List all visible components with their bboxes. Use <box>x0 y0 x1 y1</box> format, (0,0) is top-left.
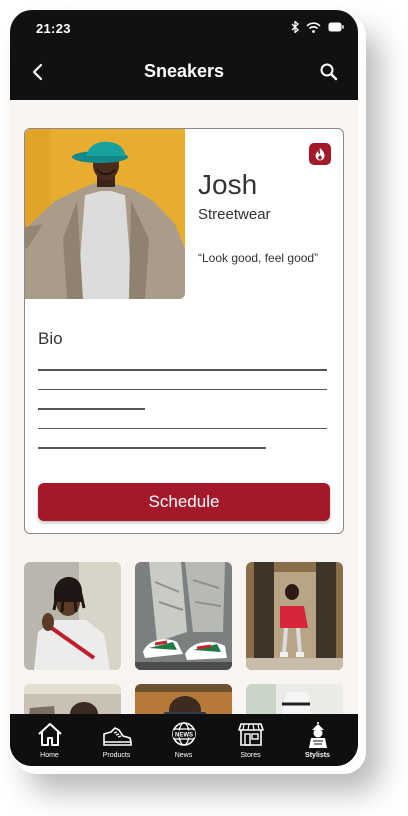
bio-text-line <box>38 369 327 371</box>
status-bar: 21:23 <box>10 10 358 46</box>
stylist-specialty: Streetwear <box>198 206 271 223</box>
status-time: 21:23 <box>36 21 71 36</box>
gallery-photo-street-style[interactable] <box>246 562 343 670</box>
bluetooth-icon <box>291 21 299 33</box>
phone-frame: 21:23 Sneakers Josh Streetwear “Look goo… <box>10 10 358 766</box>
tab-stores-label: Stores <box>240 752 261 759</box>
stylist-photo-illustration <box>25 129 185 299</box>
stylist-quote: “Look good, feel good” <box>198 251 319 265</box>
wifi-icon <box>306 21 321 33</box>
stylist-content[interactable]: Josh Streetwear “Look good, feel good” B… <box>10 100 358 714</box>
gallery-photo-outfit[interactable] <box>24 562 121 670</box>
gallery-photo-sneakers[interactable] <box>135 562 232 670</box>
gallery-photo-outfit[interactable] <box>24 684 121 714</box>
search-icon[interactable] <box>318 61 340 83</box>
fire-icon[interactable] <box>309 143 331 165</box>
tab-stores[interactable]: Stores <box>216 714 285 766</box>
bio-text-line <box>38 388 327 390</box>
stylist-photo <box>25 129 185 299</box>
tab-news[interactable]: NEWS News <box>149 714 218 766</box>
tab-news-label: News <box>174 752 193 759</box>
stylist-name: Josh <box>198 169 258 200</box>
svg-text:NEWS: NEWS <box>175 732 193 738</box>
tab-home[interactable]: Home <box>15 714 84 766</box>
gallery-photo-outfit[interactable] <box>135 684 232 714</box>
stylist-profile-card: Josh Streetwear “Look good, feel good” B… <box>24 128 344 534</box>
page-title: Sneakers <box>143 61 225 81</box>
tab-products[interactable]: Products <box>82 714 151 766</box>
gallery-photo-outfit[interactable] <box>246 684 343 714</box>
tab-home-label: Home <box>40 752 59 759</box>
bio-text-line <box>38 427 327 429</box>
bio-heading: Bio <box>38 329 63 348</box>
schedule-button[interactable]: Schedule <box>38 483 330 521</box>
status-icons <box>291 21 344 33</box>
home-icon <box>37 723 62 746</box>
store-icon <box>237 723 264 746</box>
bio-text-line <box>38 408 145 410</box>
bottom-tab-bar: Home Products NEWS News Stores Stylists <box>10 714 358 766</box>
tab-stylists-label: Stylists <box>305 752 330 759</box>
tab-products-label: Products <box>102 752 131 759</box>
header-bar: Sneakers <box>10 46 358 100</box>
battery-icon <box>328 22 344 32</box>
sneaker-icon <box>102 727 132 746</box>
tab-stylists[interactable]: Stylists <box>283 714 352 766</box>
stylist-icon <box>308 722 327 748</box>
news-globe-icon: NEWS <box>171 722 196 746</box>
bio-text-line <box>38 447 266 449</box>
